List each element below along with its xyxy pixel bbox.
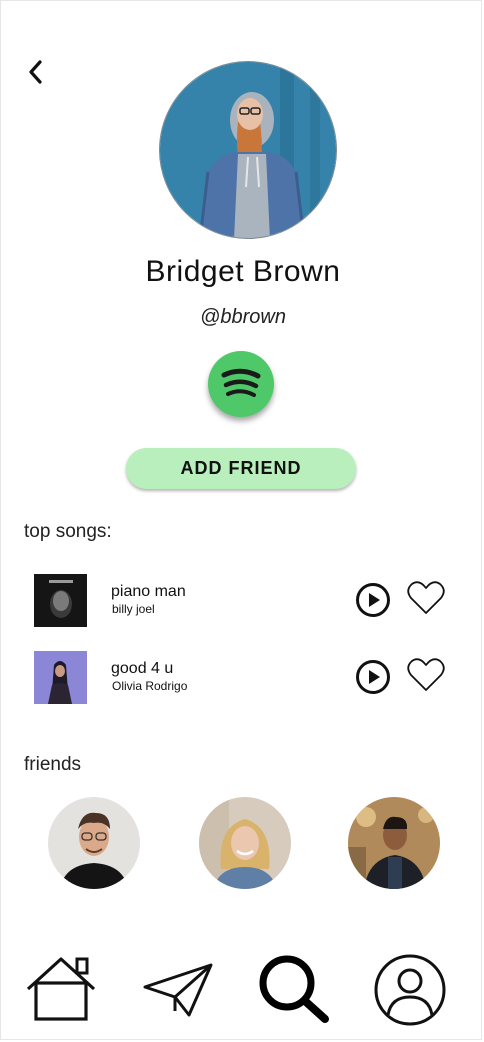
- friend-avatar[interactable]: [48, 797, 140, 889]
- play-button[interactable]: [355, 582, 391, 618]
- back-button[interactable]: [23, 57, 51, 87]
- nav-home[interactable]: [24, 953, 98, 1027]
- search-icon: [259, 955, 329, 1023]
- song-title: good 4 u: [111, 660, 174, 677]
- profile-name: Bridget Brown: [145, 255, 341, 288]
- profile-avatar: [159, 61, 337, 239]
- like-button[interactable]: [406, 657, 446, 693]
- spotify-button[interactable]: [208, 351, 274, 417]
- back-arrow-icon: [29, 60, 42, 84]
- send-icon: [143, 963, 213, 1017]
- like-button[interactable]: [406, 580, 446, 616]
- play-icon: [356, 583, 390, 617]
- nav-search[interactable]: [257, 953, 331, 1027]
- song-title: piano man: [111, 583, 186, 600]
- profile-icon: [374, 954, 446, 1026]
- play-button[interactable]: [355, 659, 391, 695]
- heart-icon: [407, 658, 445, 691]
- app-screen: Bridget Brown @bbrown ADD FRIEND top son…: [0, 0, 482, 1040]
- nav-messages[interactable]: [141, 953, 215, 1027]
- home-icon: [26, 957, 96, 1021]
- add-friend-button[interactable]: ADD FRIEND: [126, 448, 356, 489]
- song-row[interactable]: good 4 u Olivia Rodrigo: [1, 651, 484, 711]
- friends-heading: friends: [24, 754, 82, 775]
- song-artist: billy joel: [112, 602, 155, 616]
- song-row[interactable]: piano man billy joel: [1, 574, 484, 634]
- play-icon: [356, 660, 390, 694]
- nav-profile[interactable]: [373, 953, 447, 1027]
- album-art: [34, 651, 87, 704]
- spotify-icon: [221, 368, 261, 397]
- friend-avatar[interactable]: [199, 797, 291, 889]
- song-artist: Olivia Rodrigo: [112, 679, 188, 693]
- profile-handle: @bbrown: [200, 306, 286, 328]
- heart-icon: [407, 581, 445, 614]
- friend-avatar[interactable]: [348, 797, 440, 889]
- top-songs-heading: top songs:: [24, 521, 112, 542]
- album-art: [34, 574, 87, 627]
